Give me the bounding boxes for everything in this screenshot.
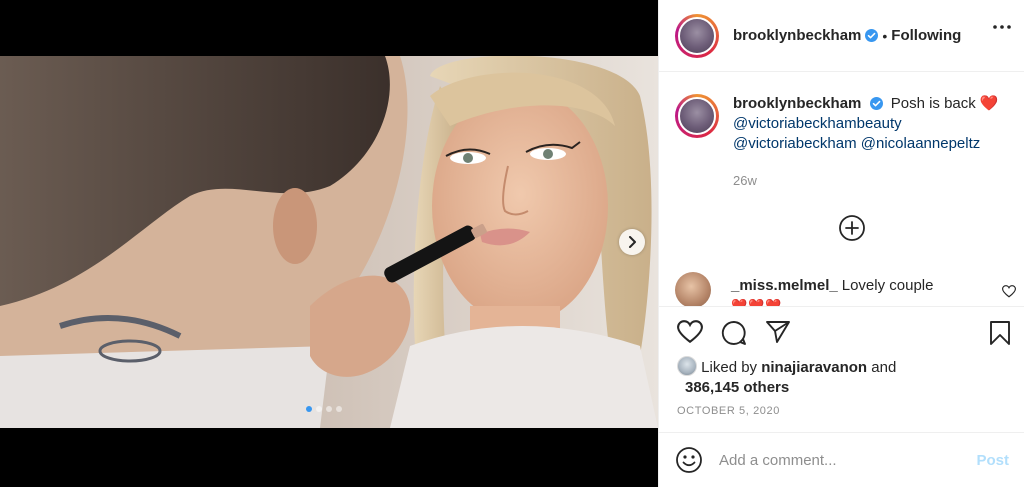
likes-joiner: and bbox=[871, 359, 897, 376]
post-side-panel: brooklynbeckham • Following brooklynbeck… bbox=[658, 0, 1024, 487]
next-slide-button[interactable] bbox=[619, 229, 645, 255]
add-circle-icon[interactable] bbox=[838, 214, 866, 242]
comment-like-heart-icon[interactable] bbox=[1002, 285, 1016, 298]
caption-heart-emoji: ❤️ bbox=[979, 95, 999, 112]
comment-text: Lovely couple bbox=[841, 277, 934, 294]
heart-icon[interactable] bbox=[677, 320, 703, 344]
caption-text: Posh is back bbox=[890, 95, 976, 112]
likes-count[interactable]: 386,145 others bbox=[685, 378, 896, 398]
bookmark-icon[interactable] bbox=[989, 320, 1011, 346]
likes-summary: Liked by ninajiaravanon and 386,145 othe… bbox=[677, 356, 896, 398]
author-username[interactable]: brooklynbeckham bbox=[733, 27, 861, 44]
post-header: brooklynbeckham • Following bbox=[659, 0, 1024, 72]
post-photo bbox=[0, 56, 658, 428]
verified-badge-icon bbox=[869, 97, 883, 110]
commenter-username[interactable]: _miss.melmel_ bbox=[731, 277, 838, 294]
carousel-dot-active bbox=[306, 406, 312, 412]
comment-emojis: ❤️❤️❤️ bbox=[731, 298, 783, 306]
share-icon[interactable] bbox=[765, 320, 791, 344]
post-date[interactable]: OCTOBER 5, 2020 bbox=[677, 405, 780, 417]
carousel-dot bbox=[336, 406, 342, 412]
verified-badge-icon bbox=[865, 29, 879, 42]
liker-avatar[interactable] bbox=[677, 356, 697, 376]
comment-icon[interactable] bbox=[721, 320, 747, 346]
comment-input[interactable] bbox=[719, 451, 977, 469]
header-separator: • bbox=[882, 27, 888, 44]
comment-item: _miss.melmel_ Lovely couple ❤️❤️❤️ bbox=[675, 272, 1015, 306]
carousel-dot bbox=[316, 406, 322, 412]
post-media bbox=[0, 0, 658, 487]
actions-divider bbox=[659, 306, 1024, 307]
caption-avatar[interactable] bbox=[675, 94, 719, 138]
comment-composer: Post bbox=[659, 432, 1024, 487]
mention-nicolaannepeltz[interactable]: @nicolaannepeltz bbox=[861, 135, 980, 152]
likes-prefix: Liked by bbox=[701, 359, 758, 376]
more-options-icon[interactable] bbox=[993, 25, 1011, 29]
mention-victoriabeckhambeauty[interactable]: @victoriabeckhambeauty bbox=[733, 114, 998, 134]
chevron-right-icon bbox=[629, 236, 636, 248]
post-caption: brooklynbeckham Posh is back ❤️ @victoria… bbox=[675, 94, 1015, 154]
following-button[interactable]: Following bbox=[891, 27, 961, 44]
commenter-avatar[interactable] bbox=[675, 272, 711, 306]
mention-victoriabeckham[interactable]: @victoriabeckham bbox=[733, 135, 857, 152]
post-age[interactable]: 26w bbox=[733, 173, 757, 188]
caption-username[interactable]: brooklynbeckham bbox=[733, 95, 861, 112]
post-comment-button[interactable]: Post bbox=[976, 452, 1009, 469]
liker-username[interactable]: ninajiaravanon bbox=[761, 359, 867, 376]
photo-illustration bbox=[0, 56, 658, 428]
carousel-indicator bbox=[306, 406, 342, 412]
carousel-dot bbox=[326, 406, 332, 412]
author-avatar[interactable] bbox=[675, 13, 719, 58]
emoji-icon[interactable] bbox=[675, 446, 703, 474]
